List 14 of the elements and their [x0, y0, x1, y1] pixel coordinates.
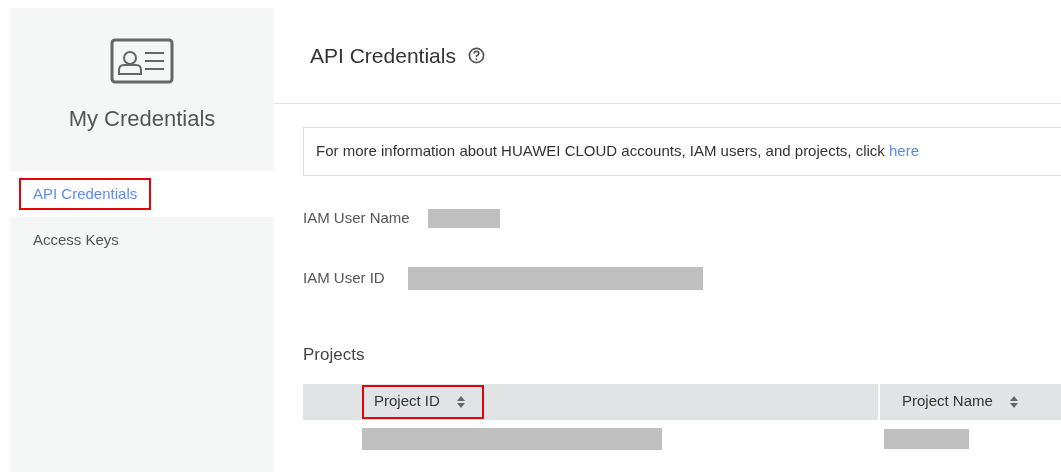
id-card-icon	[110, 38, 174, 84]
help-icon[interactable]	[467, 47, 485, 64]
sidebar-title: My Credentials	[68, 105, 216, 133]
field-label: IAM User ID	[303, 267, 385, 288]
nav-label[interactable]: Access Keys	[19, 223, 133, 257]
column-header[interactable]: Project Name	[890, 384, 1037, 419]
nav-item[interactable]: Access Keys	[10, 217, 274, 263]
page-title: API Credentials	[310, 42, 456, 69]
sort-icon[interactable]	[455, 394, 466, 409]
column-header[interactable]: Project ID	[362, 384, 484, 419]
sort-icon[interactable]	[1008, 394, 1019, 409]
info-text: For more information about HUAWEI CLOUD accounts, IAM users, and projects, click here	[316, 141, 919, 162]
section-title: Projects	[303, 344, 366, 366]
field-label: IAM User Name	[303, 207, 410, 228]
